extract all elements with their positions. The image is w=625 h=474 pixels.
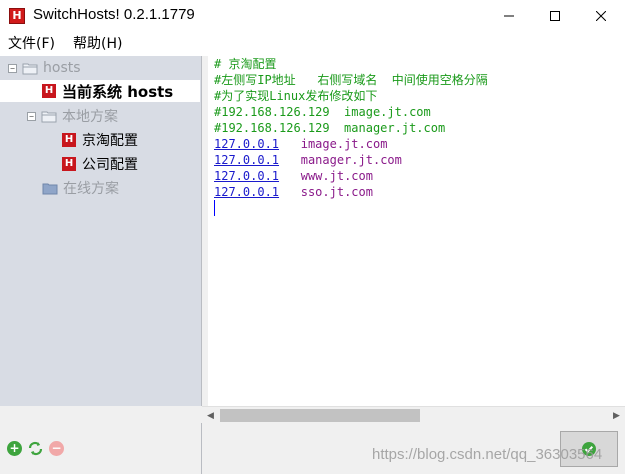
tree-root-hosts[interactable]: − hosts [8, 57, 81, 79]
menu-file[interactable]: 文件(F) [8, 35, 55, 55]
local-item-label: 京淘配置 [82, 133, 138, 149]
folder-open-icon [41, 111, 57, 122]
local-group-label: 本地方案 [62, 109, 118, 125]
tree-group-online[interactable]: 在线方案 [42, 177, 119, 199]
editor-comment-line: #为了实现Linux发布修改如下 [214, 89, 378, 103]
remove-icon[interactable]: − [49, 441, 64, 456]
refresh-icon[interactable] [27, 440, 44, 457]
scroll-thumb[interactable] [220, 409, 420, 422]
ip-address[interactable]: 127.0.0.1 [214, 153, 279, 167]
hosts-entry-line: 127.0.0.1 www.jt.com [214, 168, 373, 184]
watermark-text: https://blog.csdn.net/qq_36303564 [372, 446, 603, 463]
minimize-icon [504, 15, 514, 17]
sidebar-toolbar: + − [0, 423, 202, 474]
folder-icon [42, 183, 58, 194]
hosts-tree-panel: − hosts H 当前系统 hosts − 本地方案 H 京淘配置 H 公司配… [0, 56, 202, 406]
local-item-label: 公司配置 [82, 157, 138, 173]
tree-item-local[interactable]: H 京淘配置 [62, 129, 138, 151]
menu-bar: 文件(F) 帮助(H) [0, 32, 625, 56]
maximize-button[interactable] [532, 0, 578, 32]
hostname: www.jt.com [300, 169, 373, 183]
scroll-left-arrow-icon[interactable]: ◀ [202, 407, 219, 424]
minimize-button[interactable] [486, 0, 532, 32]
hosts-file-icon: H [62, 157, 76, 171]
editor-comment-line: #左侧写IP地址 右侧写域名 中间使用空格分隔 [214, 73, 488, 87]
title-bar: H SwitchHosts! 0.2.1.1779 [0, 0, 625, 32]
window-title: SwitchHosts! 0.2.1.1779 [33, 6, 195, 23]
maximize-icon [550, 11, 560, 21]
hostname: manager.jt.com [300, 153, 402, 167]
tree-group-local[interactable]: − 本地方案 [27, 105, 118, 127]
hosts-entry-line: 127.0.0.1 manager.jt.com [214, 152, 402, 168]
hostname: sso.jt.com [300, 185, 373, 199]
hosts-file-icon: H [62, 133, 76, 147]
tree-item-current-hosts[interactable]: H 当前系统 hosts [0, 80, 200, 102]
add-icon[interactable]: + [7, 441, 22, 456]
hosts-file-icon: H [42, 84, 56, 98]
tree-root-label: hosts [43, 60, 81, 76]
editor-comment-line: #192.168.126.129 image.jt.com [214, 105, 431, 119]
collapse-toggle-icon[interactable]: − [27, 111, 36, 121]
ip-address[interactable]: 127.0.0.1 [214, 137, 279, 151]
online-group-label: 在线方案 [63, 181, 119, 197]
editor-comment-line: #192.168.126.129 manager.jt.com [214, 121, 446, 135]
hosts-entry-line: 127.0.0.1 sso.jt.com [214, 184, 373, 200]
collapse-toggle-icon[interactable]: − [8, 63, 17, 73]
close-button[interactable] [578, 0, 624, 32]
current-hosts-label: 当前系统 hosts [62, 82, 174, 101]
ip-address[interactable]: 127.0.0.1 [214, 169, 279, 183]
ip-address[interactable]: 127.0.0.1 [214, 185, 279, 199]
scroll-right-arrow-icon[interactable]: ▶ [608, 407, 625, 424]
close-icon [596, 11, 606, 21]
hostname: image.jt.com [300, 137, 388, 151]
editor-comment-line: # 京淘配置 [214, 57, 277, 71]
app-logo-icon: H [9, 8, 25, 24]
text-cursor [214, 200, 215, 216]
menu-help[interactable]: 帮助(H) [73, 35, 122, 55]
hosts-editor[interactable]: # 京淘配置 #左侧写IP地址 右侧写域名 中间使用空格分隔 #为了实现Linu… [208, 56, 625, 406]
hosts-entry-line: 127.0.0.1 image.jt.com [214, 136, 387, 152]
horizontal-scrollbar[interactable]: ◀ ▶ [202, 406, 625, 423]
tree-item-local[interactable]: H 公司配置 [62, 153, 138, 175]
folder-open-icon [22, 63, 38, 74]
